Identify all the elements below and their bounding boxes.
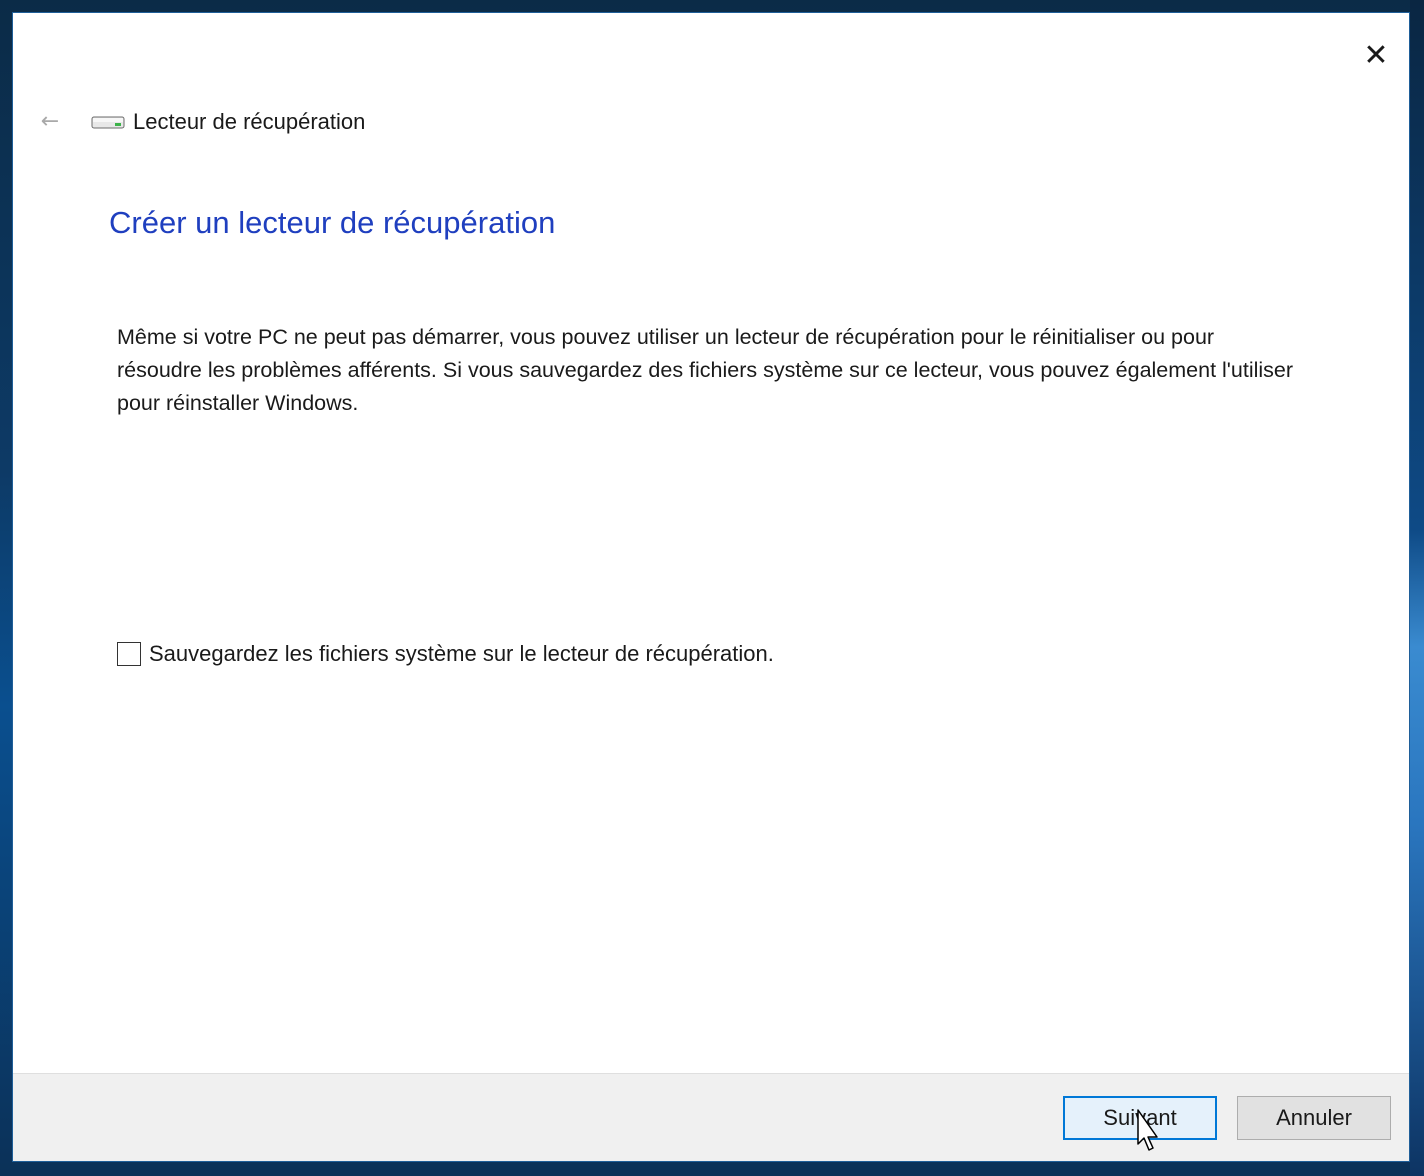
backup-system-files-label[interactable]: Sauvegardez les fichiers système sur le … xyxy=(149,641,774,667)
drive-icon xyxy=(91,112,127,132)
recovery-drive-dialog: ✕ ← Lecteur de récupération Créer un lec… xyxy=(12,12,1410,1162)
close-button[interactable]: ✕ xyxy=(1361,41,1391,71)
backup-system-files-option[interactable]: Sauvegardez les fichiers système sur le … xyxy=(117,641,774,667)
next-button[interactable]: Suivant xyxy=(1063,1096,1217,1140)
nav-bar: ← Lecteur de récupération xyxy=(37,107,366,137)
backup-system-files-checkbox[interactable] xyxy=(117,642,141,666)
window-title: Lecteur de récupération xyxy=(133,109,366,134)
cancel-button[interactable]: Annuler xyxy=(1237,1096,1391,1140)
back-arrow-icon: ← xyxy=(40,109,60,134)
description-text: Même si votre PC ne peut pas démarrer, v… xyxy=(117,325,1294,415)
back-button[interactable]: ← xyxy=(37,109,63,135)
close-icon: ✕ xyxy=(1363,38,1389,73)
dialog-footer: Suivant Annuler xyxy=(13,1073,1409,1161)
desktop-background xyxy=(1410,0,1424,1176)
page-title: Créer un lecteur de récupération xyxy=(109,205,556,240)
